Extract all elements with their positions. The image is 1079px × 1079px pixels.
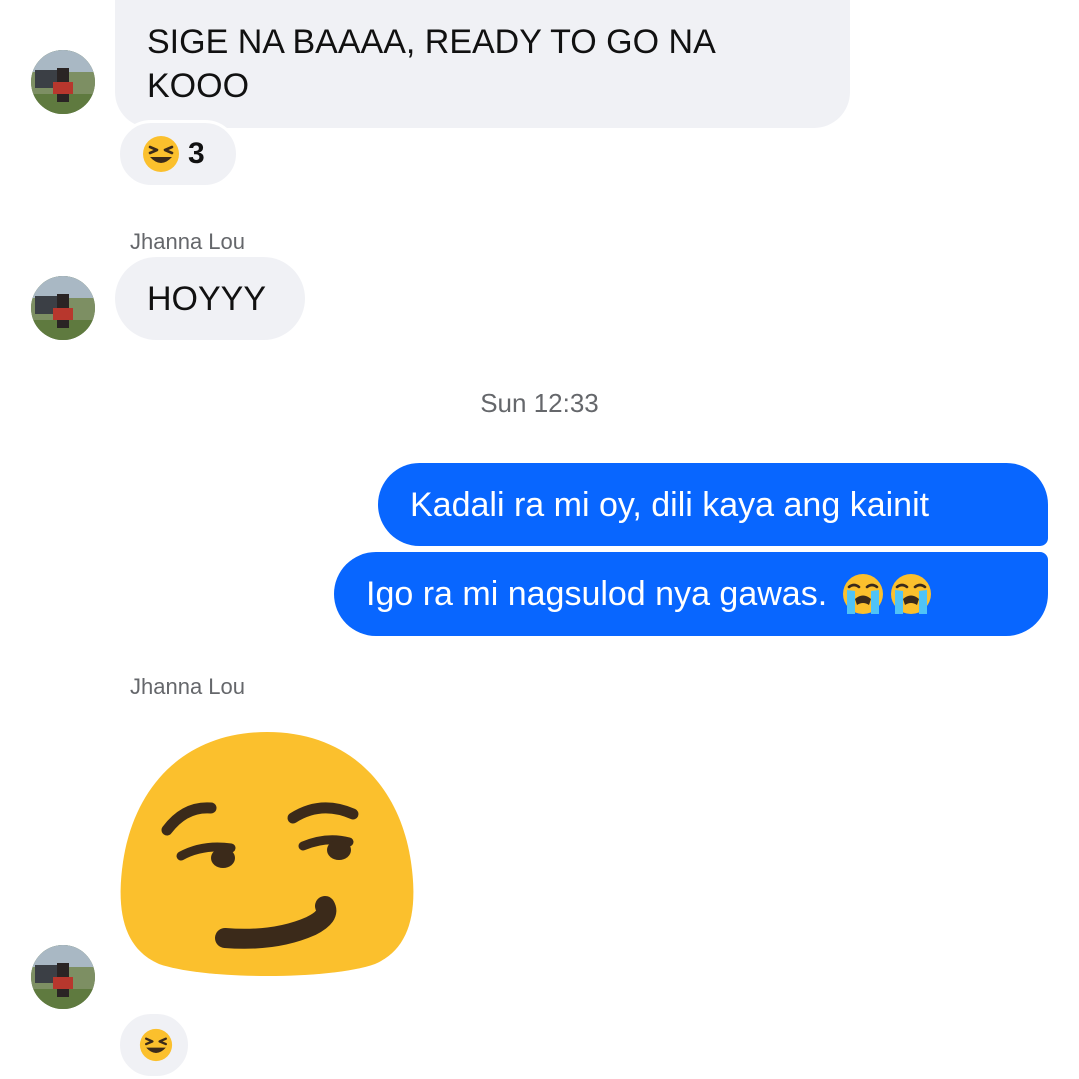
message-bubble[interactable]: HOYYY [115, 257, 305, 340]
message-text: Igo ra mi nagsulod nya gawas. [366, 575, 828, 613]
sender-name: Jhanna Lou [130, 229, 245, 254]
avatar[interactable] [31, 276, 95, 340]
reaction-badge[interactable]: 3 [117, 120, 239, 188]
avatar[interactable] [31, 945, 95, 1009]
reaction-count: 3 [188, 137, 205, 170]
laughing-emoji-icon [139, 1028, 173, 1062]
loudly-crying-emoji-icon [843, 574, 884, 614]
timestamp: Sun 12:33 [480, 388, 599, 418]
message-text: Kadali ra mi oy, dili kaya ang kainit [410, 485, 930, 524]
sender-name: Jhanna Lou [130, 674, 245, 699]
message-text: SIGE NA BAAAA, READY TO GO NA KOOO [147, 23, 714, 105]
message-bubble-outgoing[interactable]: Kadali ra mi oy, dili kaya ang kainit [378, 463, 1048, 546]
loudly-crying-emoji-icon [891, 574, 932, 614]
message-bubble-outgoing[interactable]: Igo ra mi nagsulod nya gawas. [334, 552, 1048, 636]
reaction-badge[interactable] [117, 1011, 191, 1079]
smirking-face-emoji-icon[interactable] [115, 732, 419, 978]
laughing-emoji-icon [143, 136, 179, 172]
message-bubble[interactable]: SIGE NA BAAAA, READY TO GO NA KOOO [115, 0, 850, 128]
message-text: HOYYY [147, 280, 267, 318]
avatar[interactable] [31, 50, 95, 114]
